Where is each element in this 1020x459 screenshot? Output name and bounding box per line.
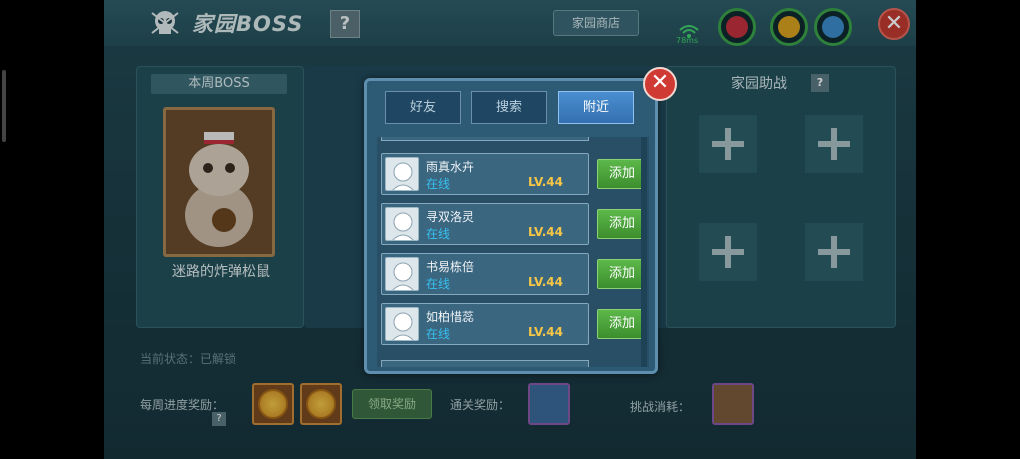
player-level: LV.44	[528, 175, 563, 189]
list-item: 书易栋倍 在线 LV.44	[381, 253, 589, 295]
avatar	[385, 157, 419, 191]
list-item: 雨真水卉 在线 LV.44	[381, 153, 589, 195]
game-screen: 家园BOSS ? 家园商店 78ms ✕ 本周BOSS 迷路的炸弹松鼠 家园助战…	[104, 0, 916, 459]
avatar	[385, 307, 419, 341]
player-status: 在线	[426, 327, 451, 341]
list-item-partial	[381, 360, 589, 367]
player-status: 在线	[426, 277, 451, 291]
avatar	[385, 207, 419, 241]
friend-modal: 好友 搜索 附近 ✕ 雨真水卉 在线 LV.44 添加 寻双洛灵 在线 LV.4	[364, 67, 677, 374]
list-item-partial	[381, 137, 589, 141]
avatar	[385, 257, 419, 291]
list-item: 寻双洛灵 在线 LV.44	[381, 203, 589, 245]
player-status: 在线	[426, 227, 451, 241]
add-button[interactable]: 添加	[597, 259, 647, 289]
modal-close-button[interactable]: ✕	[643, 67, 677, 101]
tab-nearby[interactable]: 附近	[558, 91, 634, 124]
tab-friends[interactable]: 好友	[385, 91, 461, 124]
tab-search[interactable]: 搜索	[471, 91, 547, 124]
player-level: LV.44	[528, 275, 563, 289]
player-level: LV.44	[528, 325, 563, 339]
add-button[interactable]: 添加	[597, 159, 647, 189]
player-level: LV.44	[528, 225, 563, 239]
player-status: 在线	[426, 177, 451, 191]
list-scrollbar[interactable]	[641, 137, 647, 367]
side-handle	[2, 70, 6, 142]
player-list[interactable]: 雨真水卉 在线 LV.44 添加 寻双洛灵 在线 LV.44 添加 书易栋倍 在…	[377, 137, 649, 367]
player-name: 书易栋倍	[426, 260, 475, 274]
player-name: 雨真水卉	[426, 160, 475, 174]
add-button[interactable]: 添加	[597, 209, 647, 239]
add-button[interactable]: 添加	[597, 309, 647, 339]
list-item: 如柏惜蕊 在线 LV.44	[381, 303, 589, 345]
player-name: 如柏惜蕊	[426, 310, 475, 324]
player-name: 寻双洛灵	[426, 210, 475, 224]
